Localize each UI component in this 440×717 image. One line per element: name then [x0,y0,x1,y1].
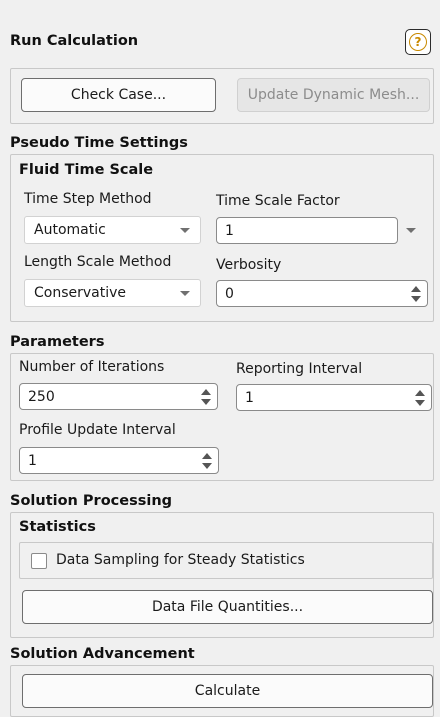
chevron-down-icon [180,291,190,296]
time-scale-factor-input[interactable]: 1 [216,217,398,244]
page-title: Run Calculation [10,33,139,49]
profile-update-interval-value: 1 [28,452,37,469]
chevron-down-icon[interactable] [406,228,416,233]
verbosity-input[interactable]: 0 [216,280,428,307]
iterations-value: 250 [28,388,55,405]
length-scale-method-value: Conservative [34,285,127,301]
reporting-interval-label: Reporting Interval [236,361,363,377]
help-button[interactable]: ? [405,29,431,55]
solution-advancement-heading: Solution Advancement [10,646,195,662]
calculate-button[interactable]: Calculate [22,674,433,708]
time-step-method-label: Time Step Method [24,191,152,207]
time-step-method-dropdown[interactable]: Automatic [24,216,201,244]
time-scale-factor-value: 1 [225,222,234,239]
time-step-method-value: Automatic [34,222,106,238]
reporting-interval-value: 1 [245,389,254,406]
check-case-button[interactable]: Check Case... [21,78,216,112]
spinner-icon[interactable] [415,389,425,406]
spinner-icon[interactable] [201,388,211,405]
data-sampling-checkbox[interactable] [31,553,47,569]
verbosity-value: 0 [225,285,234,302]
fluid-time-scale-heading: Fluid Time Scale [19,162,154,178]
time-scale-factor-label: Time Scale Factor [216,193,340,209]
solution-processing-heading: Solution Processing [10,493,173,509]
iterations-input[interactable]: 250 [19,383,218,410]
spinner-icon[interactable] [202,452,212,469]
length-scale-method-label: Length Scale Method [24,254,172,270]
data-file-quantities-button[interactable]: Data File Quantities... [22,590,433,624]
profile-update-interval-label: Profile Update Interval [19,422,176,438]
update-dynamic-mesh-button[interactable]: Update Dynamic Mesh... [237,78,430,112]
verbosity-label: Verbosity [216,257,282,273]
parameters-heading: Parameters [10,334,105,350]
profile-update-interval-input[interactable]: 1 [19,447,219,474]
data-sampling-label: Data Sampling for Steady Statistics [56,552,305,568]
pseudo-time-settings-heading: Pseudo Time Settings [10,135,188,151]
spinner-icon[interactable] [411,285,421,302]
chevron-down-icon [180,228,190,233]
statistics-heading: Statistics [19,519,96,535]
reporting-interval-input[interactable]: 1 [236,384,432,411]
help-icon: ? [409,33,427,51]
length-scale-method-dropdown[interactable]: Conservative [24,279,201,307]
iterations-label: Number of Iterations [19,359,165,375]
